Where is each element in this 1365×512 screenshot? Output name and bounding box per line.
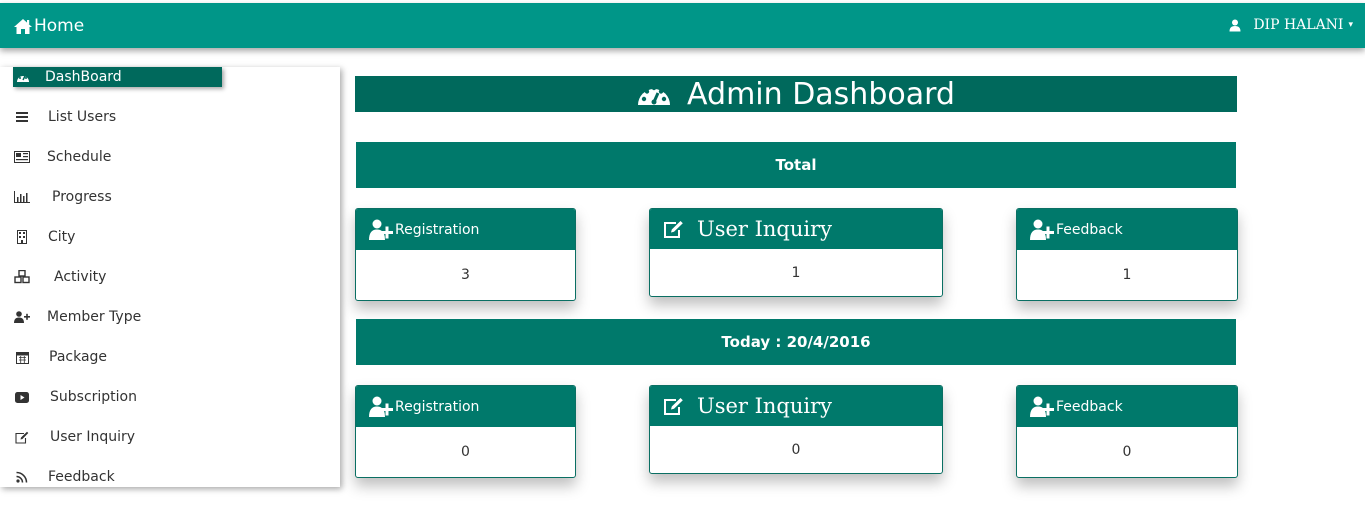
today-registration-card: Registration 0 xyxy=(355,385,576,478)
user-name: DIP HALANI xyxy=(1253,17,1344,33)
card-title: User Inquiry xyxy=(697,217,833,241)
sidebar-item-feedback[interactable]: Feedback xyxy=(0,467,115,487)
card-title: User Inquiry xyxy=(697,394,833,418)
cubes-icon xyxy=(12,269,32,285)
user-plus-icon xyxy=(1030,396,1054,417)
top-navbar: Home DIP HALANI ▾ xyxy=(0,3,1365,48)
user-plus-icon xyxy=(369,396,393,417)
sidebar-item-list-users[interactable]: List Users xyxy=(0,107,116,127)
sidebar-item-progress[interactable]: Progress xyxy=(0,187,112,207)
sidebar-item-package[interactable]: Package xyxy=(0,347,107,367)
list-icon xyxy=(12,109,32,125)
card-title: Feedback xyxy=(1056,398,1123,415)
home-link[interactable]: Home xyxy=(13,14,84,38)
sidebar-item-activity[interactable]: Activity xyxy=(0,267,106,287)
card-value: 0 xyxy=(791,442,801,458)
sidebar-item-label: DashBoard xyxy=(45,69,122,85)
sidebar-item-label: User Inquiry xyxy=(50,429,136,445)
total-user-inquiry-card: User Inquiry 1 xyxy=(649,208,943,297)
card-value: 0 xyxy=(1122,444,1132,460)
sidebar-item-label: Feedback xyxy=(48,469,115,485)
sidebar-item-label: List Users xyxy=(48,109,117,125)
page-title: Admin Dashboard xyxy=(355,76,1237,112)
card-value: 3 xyxy=(461,267,470,283)
card-header: Feedback xyxy=(1017,386,1237,427)
youtube-play-icon xyxy=(12,389,32,405)
sidebar-item-label: Subscription xyxy=(50,389,137,405)
card-value: 1 xyxy=(1122,267,1132,283)
sidebar-item-member-type[interactable]: Member Type xyxy=(0,307,141,327)
edit-icon xyxy=(664,397,683,415)
today-user-inquiry-card: User Inquiry 0 xyxy=(649,385,943,474)
edit-icon xyxy=(12,429,32,445)
card-title: Registration xyxy=(395,398,480,415)
sidebar-item-label: Schedule xyxy=(47,149,112,165)
sidebar-item-label: Activity xyxy=(54,269,107,285)
card-value: 0 xyxy=(461,444,470,460)
total-feedback-card: Feedback 1 xyxy=(1016,208,1238,301)
sidebar-item-user-inquiry[interactable]: User Inquiry xyxy=(0,427,135,447)
sidebar-item-label: City xyxy=(48,229,76,245)
card-value: 1 xyxy=(791,265,801,281)
edit-icon xyxy=(664,220,683,238)
total-section-header: Total xyxy=(356,142,1236,188)
sidebar-item-dashboard[interactable]: DashBoard xyxy=(13,67,222,87)
newspaper-icon xyxy=(12,149,32,165)
home-label: Home xyxy=(34,16,85,36)
page-title-text: Admin Dashboard xyxy=(687,76,955,112)
card-title: Registration xyxy=(395,221,480,238)
building-icon xyxy=(12,229,32,245)
dashboard-icon xyxy=(13,69,33,85)
user-plus-icon xyxy=(1030,219,1054,240)
dashboard-icon xyxy=(638,85,671,105)
card-header: Registration xyxy=(356,209,575,250)
card-header: User Inquiry xyxy=(650,209,942,249)
home-icon xyxy=(14,18,32,34)
sidebar-item-label: Progress xyxy=(52,189,112,205)
sidebar-item-label: Member Type xyxy=(47,309,142,325)
user-plus-icon xyxy=(12,309,32,325)
sidebar-item-label: Package xyxy=(49,349,108,365)
card-header: Registration xyxy=(356,386,575,427)
today-feedback-card: Feedback 0 xyxy=(1016,385,1238,478)
sidebar-item-schedule[interactable]: Schedule xyxy=(0,147,111,167)
total-registration-card: Registration 3 xyxy=(355,208,576,301)
card-header: Feedback xyxy=(1017,209,1237,250)
user-menu[interactable]: DIP HALANI ▾ xyxy=(1229,17,1353,33)
bar-chart-icon xyxy=(12,189,32,205)
sidebar-item-city[interactable]: City xyxy=(0,227,75,247)
calendar-icon xyxy=(12,349,32,365)
chevron-down-icon: ▾ xyxy=(1348,20,1353,30)
user-icon xyxy=(1229,19,1241,31)
card-title: Feedback xyxy=(1056,221,1123,238)
today-section-header: Today : 20/4/2016 xyxy=(356,319,1236,365)
card-header: User Inquiry xyxy=(650,386,942,426)
user-plus-icon xyxy=(369,219,393,240)
sidebar: DashBoard List Users Schedule Progress C… xyxy=(0,67,340,487)
rss-icon xyxy=(12,469,32,485)
sidebar-item-subscription[interactable]: Subscription xyxy=(0,387,137,407)
